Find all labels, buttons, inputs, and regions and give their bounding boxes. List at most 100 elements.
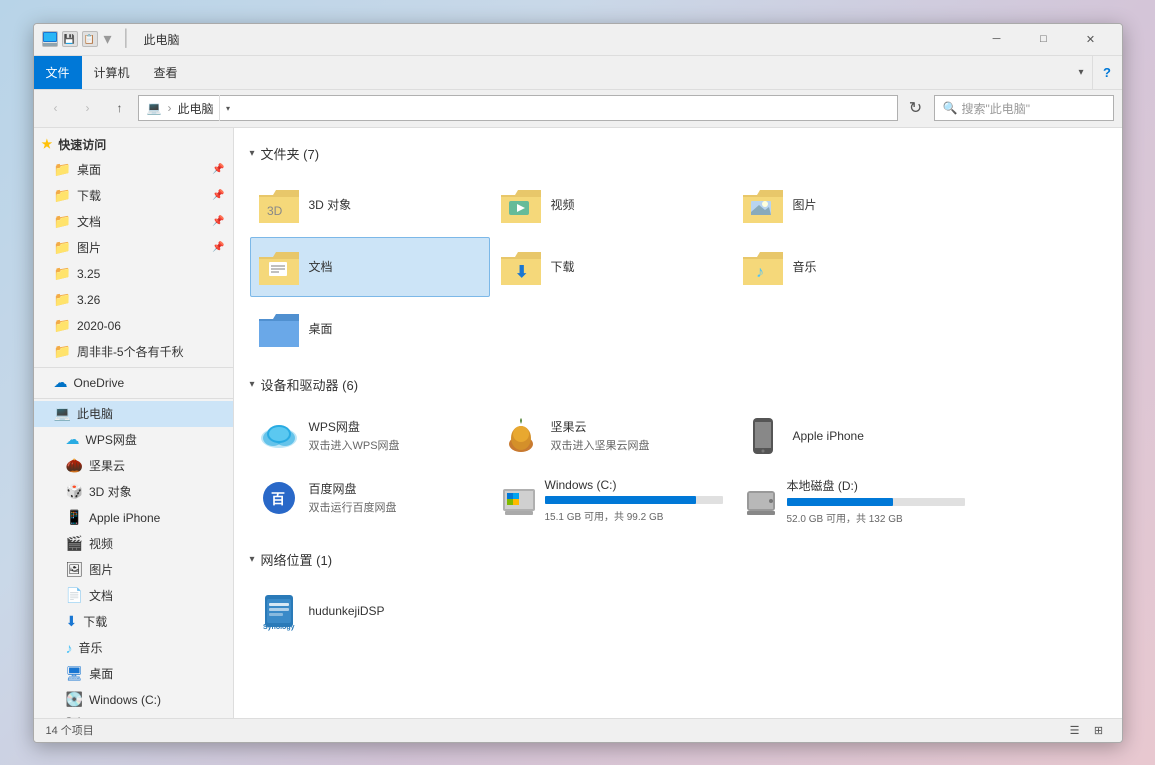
windows-c-drive[interactable]: Windows (C:) 15.1 GB 可用，共 99.2 GB [492,468,732,534]
wps-cloud-icon [259,416,299,456]
baidu-item-sub: 双击运行百度网盘 [309,499,397,515]
forward-button[interactable]: › [74,95,102,121]
close-button[interactable]: ✕ [1068,23,1114,55]
detail-view-btn[interactable]: ☰ [1064,721,1086,739]
sidebar-item-thispc[interactable]: 💻 此电脑 [34,401,233,427]
folder-doc-item[interactable]: 文档 [250,237,490,297]
doc-label: 文档 [89,587,113,604]
synology-item[interactable]: Synology hudunkejiDSP [250,581,490,641]
sidebar-item-music[interactable]: ♪ 音乐 [34,635,233,661]
menu-file[interactable]: 文件 [34,56,82,89]
local-d-bar-container [787,498,965,506]
up-button[interactable]: ↑ [106,95,134,121]
jianguo-item-sub: 双击进入坚果云网盘 [551,437,650,453]
menu-computer[interactable]: 计算机 [82,56,142,89]
svg-text:♪: ♪ [756,264,764,281]
synology-item-name: hudunkejiDSP [309,604,385,618]
thispc-icon: 💻 [54,405,71,422]
menu-view[interactable]: 查看 [142,56,190,89]
dl-label: 下载 [83,613,107,630]
iphone-label: Apple iPhone [89,511,160,525]
pictures-label: 图片 [77,239,101,256]
downloads-label: 下载 [77,187,101,204]
sidebar-item-wps[interactable]: ☁ WPS网盘 [34,427,233,453]
address-field[interactable]: 💻 › 此电脑 ▾ [138,95,898,121]
sidebar-item-326[interactable]: 📁 3.26 [34,287,233,313]
sidebar-item-iphone[interactable]: 📱 Apple iPhone [34,505,233,531]
view-controls: ☰ ⊞ [1064,721,1110,739]
desktop2-icon: 🖥 [66,665,84,682]
sidebar-item-desktop[interactable]: 📁 桌面 📌 [34,157,233,183]
sidebar-item-desktop2[interactable]: 🖥 桌面 [34,661,233,687]
menu-bar: 文件 计算机 查看 ▾ ? [34,56,1122,90]
music-label: 音乐 [79,639,103,656]
title-bar-icon [42,31,58,47]
refresh-button[interactable]: ↻ [902,95,930,121]
sidebar-item-pictures[interactable]: 📁 图片 📌 [34,235,233,261]
network-section-header[interactable]: ▾ 网络位置 (1) [250,550,1106,569]
folder-3d-item[interactable]: 3D 3D 对象 [250,175,490,235]
sidebar-item-325[interactable]: 📁 3.25 [34,261,233,287]
downloads-folder-icon: 📁 [54,187,71,204]
title-bar: 💾 📋 ▾ │ 此电脑 ─ □ ✕ [34,24,1122,56]
address-dropdown[interactable]: ▾ [219,95,235,121]
devices-section-header[interactable]: ▾ 设备和驱动器 (6) [250,375,1106,394]
sidebar-item-doc[interactable]: 📄 文档 [34,583,233,609]
sidebar-item-2020[interactable]: 📁 2020-06 [34,313,233,339]
title-bar-left: 💾 📋 ▾ │ 此电脑 [42,29,974,49]
jianguo-label: 坚果云 [89,457,125,474]
sidebar-item-jianguo[interactable]: 🌰 坚果云 [34,453,233,479]
folder-video-item[interactable]: 视频 [492,175,732,235]
sidebar-item-dl[interactable]: ⬇ 下载 [34,609,233,635]
sidebar-item-onedrive[interactable]: ☁ OneDrive [34,370,233,396]
local-d-name: 本地磁盘 (D:) [787,477,965,494]
back-button[interactable]: ‹ [42,95,70,121]
network-chevron: ▾ [250,554,255,565]
quick-access-label: 快速访问 [58,136,106,153]
sidebar-item-video[interactable]: 🎬 视频 [34,531,233,557]
local-d-drive[interactable]: 本地磁盘 (D:) 52.0 GB 可用，共 132 GB [734,468,974,534]
music-folder-icon: ♪ [743,247,783,287]
search-box[interactable]: 🔍 搜索"此电脑" [934,95,1114,121]
pin-icon2: 📌 [212,190,224,201]
sidebar-item-windows-c[interactable]: 💽 Windows (C:) [34,687,233,713]
sidebar-item-pic[interactable]: 🖼 图片 [34,557,233,583]
windows-c-icon: 💽 [66,691,83,708]
ribbon-toggle[interactable]: ▾ [1070,56,1091,89]
video-item-text: 视频 [551,196,575,213]
sidebar-item-downloads[interactable]: 📁 下载 📌 [34,183,233,209]
2020-label: 2020-06 [77,319,121,333]
wps-item-name: WPS网盘 [309,418,400,435]
folder-pic-item[interactable]: 图片 [734,175,974,235]
quick-save-btn[interactable]: 💾 [62,31,78,47]
dl-icon: ⬇ [66,613,78,630]
devices-label: 设备和驱动器 (6) [261,375,359,394]
folder-dl-item[interactable]: ⬇ 下载 [492,237,732,297]
sidebar-item-3d[interactable]: 🎲 3D 对象 [34,479,233,505]
windows-drive-icon [501,483,537,519]
maximize-button[interactable]: □ [1021,23,1067,55]
quick-btn2[interactable]: 📋 [82,31,98,47]
wps-text-container: WPS网盘 双击进入WPS网盘 [309,418,400,453]
jianguo-item[interactable]: 坚果云 双击进入坚果云网盘 [492,406,732,466]
sidebar-item-zhou[interactable]: 📁 周非非-5个各有千秋 [34,339,233,365]
help-button[interactable]: ? [1092,56,1122,89]
svg-text:百: 百 [271,491,285,507]
folders-section-header[interactable]: ▾ 文件夹 (7) [250,144,1106,163]
folder-desktop-item[interactable]: 桌面 [250,299,490,359]
sidebar-item-documents[interactable]: 📁 文档 📌 [34,209,233,235]
minimize-button[interactable]: ─ [974,23,1020,55]
wps-cloud-item[interactable]: WPS网盘 双击进入WPS网盘 [250,406,490,466]
icon-view-btn[interactable]: ⊞ [1088,721,1110,739]
pic-label: 图片 [89,561,113,578]
sidebar: ★ 快速访问 📁 桌面 📌 📁 下载 📌 📁 文档 📌 [34,128,234,718]
folder-music-item[interactable]: ♪ 音乐 [734,237,974,297]
thispc-label: 此电脑 [77,405,113,422]
desktop-folder-icon2 [259,309,299,349]
item-count: 14 个项目 [46,722,94,738]
baidu-item[interactable]: 百 百度网盘 双击运行百度网盘 [250,468,490,528]
baidu-item-name: 百度网盘 [309,480,397,497]
address-text: 此电脑 [177,100,213,117]
documents-label: 文档 [77,213,101,230]
iphone-item[interactable]: Apple iPhone [734,406,974,466]
